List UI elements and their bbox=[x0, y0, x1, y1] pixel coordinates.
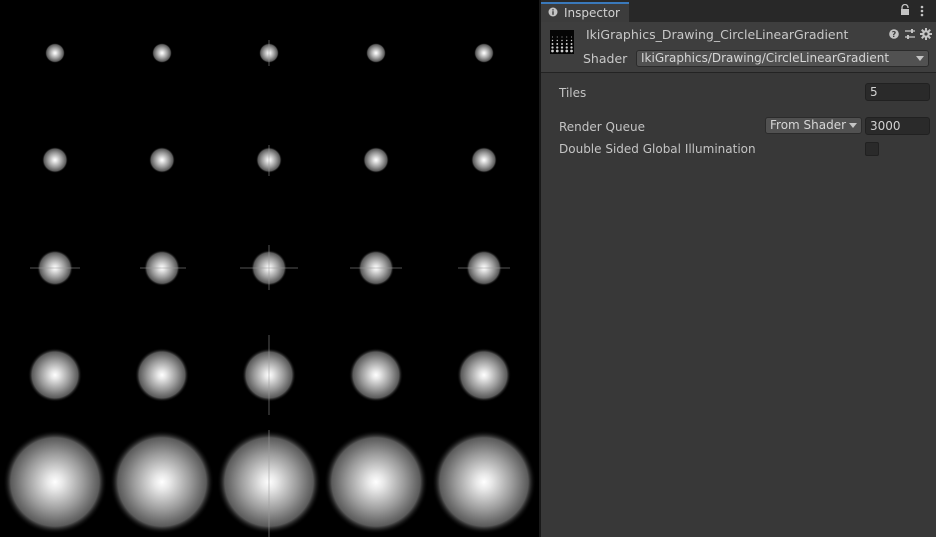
thumb-dot bbox=[551, 46, 554, 49]
thumb-dot bbox=[566, 39, 568, 42]
preset-icon[interactable] bbox=[904, 28, 916, 40]
shader-value: IkiGraphics/Drawing/CircleLinearGradient bbox=[641, 51, 890, 65]
thumb-dot bbox=[571, 36, 572, 38]
gradient-circle bbox=[149, 147, 175, 173]
thumb-dot bbox=[561, 36, 563, 38]
thumb-dot bbox=[560, 49, 564, 53]
render-queue-mode-dropdown[interactable]: From Shader bbox=[765, 117, 862, 134]
thumb-dot bbox=[570, 43, 573, 45]
gradient-circle bbox=[349, 348, 403, 402]
tiles-field[interactable]: 5 bbox=[865, 83, 930, 101]
thumb-dot bbox=[552, 36, 553, 38]
scene-viewport[interactable] bbox=[0, 0, 539, 537]
gradient-circle bbox=[3, 430, 107, 534]
double-sided-gi-label: Double Sided Global Illumination bbox=[559, 142, 756, 156]
help-icon[interactable]: ? bbox=[889, 29, 899, 39]
tab-inspector[interactable]: Inspector bbox=[541, 2, 629, 22]
double-sided-gi-checkbox[interactable] bbox=[865, 142, 879, 156]
svg-text:?: ? bbox=[892, 30, 897, 39]
thumb-dot bbox=[551, 39, 554, 42]
thumb-dot bbox=[556, 36, 558, 38]
thumb-dot bbox=[551, 43, 554, 45]
gradient-circle bbox=[45, 43, 65, 63]
info-icon bbox=[548, 7, 558, 17]
render-queue-mode: From Shader bbox=[770, 118, 847, 132]
dropdown-arrow-icon bbox=[916, 56, 924, 61]
gradient-circle bbox=[135, 348, 189, 402]
lock-icon[interactable] bbox=[899, 4, 911, 16]
inspector-panel: Inspector IkiGraphics_Drawing_CircleLine… bbox=[541, 0, 936, 537]
gradient-circle bbox=[28, 348, 82, 402]
tab-label: Inspector bbox=[564, 6, 620, 20]
tiles-label: Tiles bbox=[559, 86, 587, 100]
thumb-dot bbox=[565, 43, 568, 45]
material-header: IkiGraphics_Drawing_CircleLinearGradient… bbox=[541, 22, 936, 73]
render-queue-field[interactable]: 3000 bbox=[865, 117, 930, 135]
material-name: IkiGraphics_Drawing_CircleLinearGradient bbox=[586, 27, 849, 42]
render-queue-value: 3000 bbox=[870, 119, 901, 133]
gradient-circle bbox=[42, 147, 68, 173]
gradient-circle bbox=[471, 147, 497, 173]
thumb-dot bbox=[570, 49, 573, 53]
thumb-dot bbox=[560, 46, 564, 49]
thumb-dot bbox=[561, 43, 563, 45]
gradient-circle bbox=[457, 348, 511, 402]
gradient-circle bbox=[110, 430, 214, 534]
dropdown-arrow-icon bbox=[849, 123, 857, 128]
gradient-circle bbox=[324, 430, 428, 534]
thumb-dot bbox=[555, 49, 559, 53]
gradient-circle bbox=[366, 43, 386, 63]
tab-bar: Inspector bbox=[541, 0, 936, 22]
thumb-dot bbox=[565, 49, 569, 53]
gradient-circle bbox=[363, 147, 389, 173]
gear-icon[interactable] bbox=[920, 28, 932, 40]
thumb-dot bbox=[566, 36, 568, 38]
kebab-menu-icon[interactable] bbox=[919, 4, 925, 18]
gradient-circle bbox=[152, 43, 172, 63]
gradient-circles-render bbox=[3, 40, 536, 537]
render-queue-label: Render Queue bbox=[559, 120, 645, 134]
thumb-dot bbox=[570, 46, 573, 49]
thumb-dot bbox=[556, 39, 558, 42]
thumb-dot bbox=[565, 46, 568, 49]
shader-dropdown[interactable]: IkiGraphics/Drawing/CircleLinearGradient bbox=[636, 50, 929, 67]
gradient-circle bbox=[432, 430, 536, 534]
gradient-circle bbox=[474, 43, 494, 63]
tiles-value: 5 bbox=[870, 85, 878, 99]
thumb-dot bbox=[570, 39, 573, 42]
thumb-dot bbox=[561, 39, 563, 42]
thumb-dot bbox=[556, 43, 559, 45]
thumb-dot bbox=[556, 46, 559, 49]
thumb-dot bbox=[551, 49, 554, 53]
material-preview-icon bbox=[550, 30, 574, 54]
shader-label: Shader bbox=[583, 51, 628, 66]
